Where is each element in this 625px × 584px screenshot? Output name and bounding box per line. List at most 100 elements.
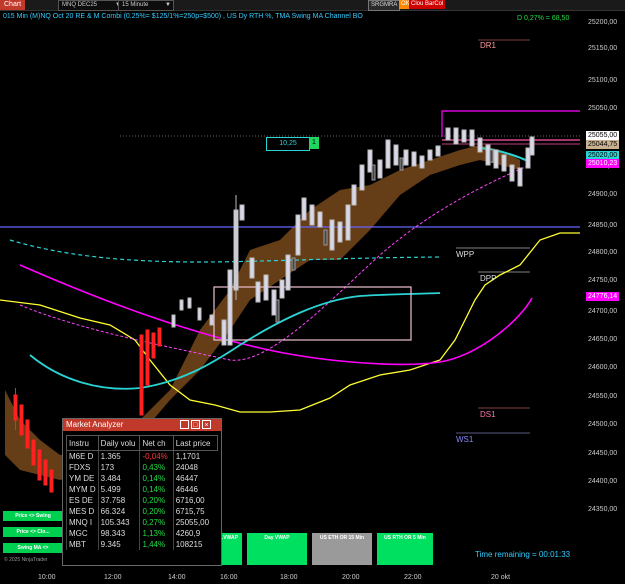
y-axis-label: 24500,00	[588, 421, 618, 428]
col-header-instrument[interactable]: Instru	[66, 435, 99, 451]
strategy-button[interactable]: SRGMRA	[368, 0, 401, 11]
x-axis-label: 14:00	[168, 574, 186, 581]
col-header-last-price[interactable]: Last price	[172, 435, 219, 451]
market-analyzer-titlebar[interactable]: Market Analyzer _ □ ×	[63, 419, 221, 431]
market-analyzer-window[interactable]: Market Analyzer _ □ × Instru Daily volu …	[62, 418, 222, 566]
cell-net: 0,14%	[139, 484, 174, 495]
y-axis-label: 24800,00	[588, 249, 618, 256]
col-header-volume[interactable]: Daily volu	[97, 435, 141, 451]
cell-vol: 66.324	[97, 506, 140, 517]
cell-inst: ES DE	[66, 495, 99, 506]
cell-vol: 1.365	[97, 450, 140, 462]
market-analyzer-row[interactable]: M6E D 1.365 -0,04% 1,1701	[66, 450, 218, 462]
cell-last: 4260,9	[172, 528, 218, 539]
cell-last: 1,1701	[172, 450, 218, 462]
y-axis-label: 24350,00	[588, 506, 618, 513]
cell-net: 0,27%	[139, 517, 174, 528]
cell-inst: YM DE	[66, 473, 99, 484]
market-analyzer-row[interactable]: MYM D 5.499 0,14% 46446	[66, 484, 218, 495]
order-qty-badge[interactable]: 1	[309, 137, 319, 149]
price-close-button[interactable]: Price <> Clo...	[3, 527, 63, 537]
cell-inst: MYM D	[66, 484, 99, 495]
y-axis-label: 24750,00	[588, 277, 618, 284]
timeframe-selector[interactable]: 15 Minute ▼	[118, 0, 174, 11]
market-analyzer-row[interactable]: ES DE 37.758 0,20% 6716,00	[66, 495, 218, 506]
dpp-label: DPP	[480, 274, 497, 283]
cell-inst: MNQ I	[66, 517, 99, 528]
instrument-selector[interactable]: MNQ DEC25 ▼	[58, 0, 124, 11]
last-price-tag: 25055,00	[586, 131, 620, 140]
market-analyzer-row[interactable]: FDXS 173 0,43% 24048	[66, 462, 218, 473]
day-vwap-button[interactable]: Day VWAP	[247, 533, 307, 565]
y-axis-label: 25150,00	[588, 45, 618, 52]
x-axis-label: 18:00	[280, 574, 298, 581]
us-eth-or-button[interactable]: US ETH OR 15 Min	[312, 533, 372, 565]
cell-inst: MGC	[66, 528, 99, 539]
ws1-label: WS1	[456, 435, 474, 444]
price-tag-4: 25010,23	[586, 159, 620, 168]
instrument-label: MNQ DEC25	[62, 2, 98, 8]
cell-net: 0,43%	[139, 462, 174, 473]
cell-last: 25055,00	[172, 517, 218, 528]
cell-vol: 98.343	[97, 528, 140, 539]
market-analyzer-row[interactable]: MES D 66.324 0,20% 6715,75	[66, 506, 218, 517]
cyan-dashed-line	[9, 239, 441, 263]
cell-net: 1,13%	[139, 528, 174, 539]
y-axis-label: 24700,00	[588, 308, 618, 315]
cell-vol: 5.499	[97, 484, 140, 495]
cell-inst: MBT	[66, 539, 99, 550]
x-axis-label: 20:00	[342, 574, 360, 581]
stop-loss-value[interactable]: 10,25	[266, 137, 310, 151]
copyright: © 2025 NinjaTrader	[4, 557, 48, 563]
y-axis-label: 24400,00	[588, 478, 618, 485]
cell-net: 1,44%	[139, 539, 174, 550]
market-analyzer-table: Instru Daily volu Net ch Last price M6E …	[66, 435, 219, 550]
swing-ma-button[interactable]: Swing MA <>	[3, 543, 63, 553]
minimize-icon[interactable]: _	[180, 420, 189, 429]
col-header-net-change[interactable]: Net ch	[139, 435, 174, 451]
market-analyzer-row[interactable]: MBT 9.345 1,44% 108215	[66, 539, 218, 550]
cell-last: 24048	[172, 462, 218, 473]
y-axis-label: 25100,00	[588, 77, 618, 84]
y-axis-label: 25050,00	[588, 105, 618, 112]
cell-vol: 9.345	[97, 539, 140, 550]
cell-net: 0,20%	[139, 506, 174, 517]
y-axis-label: 24850,00	[588, 222, 618, 229]
y-axis-label: 24650,00	[588, 336, 618, 343]
cell-inst: MES D	[66, 506, 99, 517]
y-axis-label: 24450,00	[588, 450, 618, 457]
price-swing-button[interactable]: Price <> Swing	[3, 511, 63, 521]
cell-vol: 173	[97, 462, 140, 473]
wpp-label: WPP	[456, 250, 475, 259]
cell-inst: M6E D	[66, 450, 99, 462]
chart-tab[interactable]: Chart	[0, 0, 26, 10]
time-remaining: Time remaining = 00:01:33	[475, 550, 571, 559]
us-rth-or-button[interactable]: US RTH OR 5 Min	[377, 533, 433, 565]
chart-toolbar: Chart MNQ DEC25 ▼ 15 Minute ▼ SRGMRA OK …	[0, 0, 625, 11]
cell-inst: FDXS	[66, 462, 99, 473]
cell-last: 46447	[172, 473, 218, 484]
y-axis-label: 25200,00	[588, 19, 618, 26]
x-axis-label: 10:00	[38, 574, 56, 581]
market-analyzer-row[interactable]: MNQ I 105.343 0,27% 25055,00	[66, 517, 218, 528]
daily-pnl: D 0,27% = 68,50	[517, 15, 570, 22]
x-axis-label: 22:00	[404, 574, 422, 581]
cell-last: 6715,75	[172, 506, 218, 517]
cell-vol: 37.758	[97, 495, 140, 506]
cell-last: 6716,00	[172, 495, 218, 506]
maximize-icon[interactable]: □	[191, 420, 200, 429]
ds1-label: DS1	[480, 410, 496, 419]
barcol-button[interactable]: BarCol	[423, 0, 446, 9]
cell-last: 108215	[172, 539, 218, 550]
cell-vol: 3.484	[97, 473, 140, 484]
cell-net: 0,20%	[139, 495, 174, 506]
close-icon[interactable]: ×	[202, 420, 211, 429]
market-analyzer-row[interactable]: YM DE 3.484 0,14% 46447	[66, 473, 218, 484]
y-axis-label: 24900,00	[588, 191, 618, 198]
timeframe-label: 15 Minute	[122, 2, 149, 8]
cell-net: 0,14%	[139, 473, 174, 484]
cell-last: 46446	[172, 484, 218, 495]
dr1-label: DR1	[480, 41, 497, 50]
chevron-down-icon: ▼	[165, 2, 171, 8]
market-analyzer-row[interactable]: MGC 98.343 1,13% 4260,9	[66, 528, 218, 539]
